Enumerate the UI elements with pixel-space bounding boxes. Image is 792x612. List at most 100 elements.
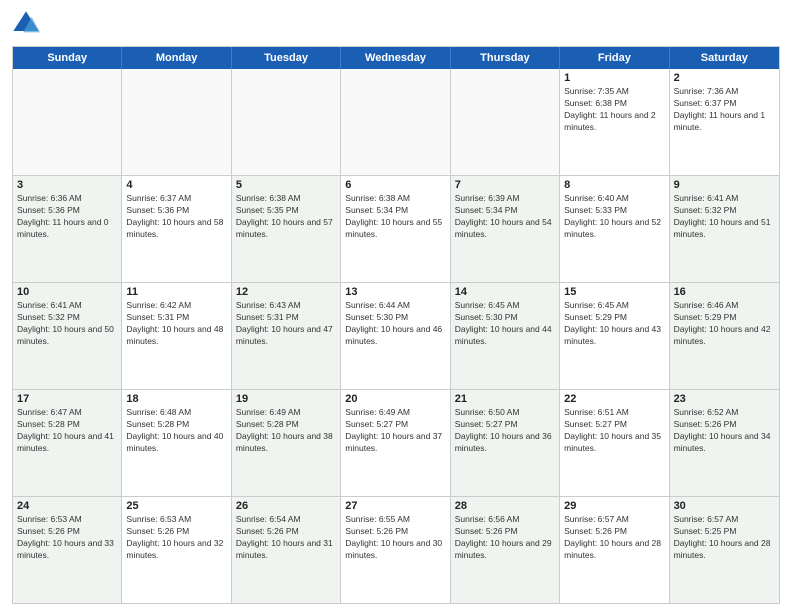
calendar-day-18: 18Sunrise: 6:48 AMSunset: 5:28 PMDayligh… — [122, 390, 231, 496]
calendar-week-2: 3 Sunrise: 6:36 AMSunset: 5:36 PMDaylight… — [13, 176, 779, 283]
page-header — [12, 10, 780, 38]
calendar-day-22: 22Sunrise: 6:51 AMSunset: 5:27 PMDayligh… — [560, 390, 669, 496]
calendar-day-2: 2 Sunrise: 7:36 AMSunset: 6:37 PMDaylight… — [670, 69, 779, 175]
calendar-day-29: 29Sunrise: 6:57 AMSunset: 5:26 PMDayligh… — [560, 497, 669, 603]
day-number: 11 — [126, 286, 226, 298]
day-info: Sunrise: 6:53 AMSunset: 5:26 PMDaylight:… — [17, 514, 117, 562]
calendar-week-4: 17Sunrise: 6:47 AMSunset: 5:28 PMDayligh… — [13, 390, 779, 497]
day-number: 5 — [236, 179, 336, 191]
calendar-day-30: 30Sunrise: 6:57 AMSunset: 5:25 PMDayligh… — [670, 497, 779, 603]
day-info: Sunrise: 6:57 AMSunset: 5:25 PMDaylight:… — [674, 514, 775, 562]
day-number: 4 — [126, 179, 226, 191]
calendar-day-12: 12 Sunrise: 6:43 AMSunset: 5:31 PMDayligh… — [232, 283, 341, 389]
calendar-day-27: 27 Sunrise: 6:55 AMSunset: 5:26 PMDayligh… — [341, 497, 450, 603]
day-number: 12 — [236, 286, 336, 298]
calendar-day-21: 21 Sunrise: 6:50 AMSunset: 5:27 PMDayligh… — [451, 390, 560, 496]
calendar-day-24: 24 Sunrise: 6:53 AMSunset: 5:26 PMDayligh… — [13, 497, 122, 603]
calendar-day-28: 28 Sunrise: 6:56 AMSunset: 5:26 PMDayligh… — [451, 497, 560, 603]
header-day-wednesday: Wednesday — [341, 47, 450, 69]
day-info: Sunrise: 6:45 AMSunset: 5:30 PMDaylight:… — [455, 300, 555, 348]
calendar-week-1: 1 Sunrise: 7:35 AMSunset: 6:38 PMDaylight… — [13, 69, 779, 176]
day-number: 8 — [564, 179, 664, 191]
day-number: 15 — [564, 286, 664, 298]
day-info: Sunrise: 6:37 AMSunset: 5:36 PMDaylight:… — [126, 193, 226, 241]
day-info: Sunrise: 6:40 AMSunset: 5:33 PMDaylight:… — [564, 193, 664, 241]
day-number: 14 — [455, 286, 555, 298]
header-day-tuesday: Tuesday — [232, 47, 341, 69]
day-info: Sunrise: 6:48 AMSunset: 5:28 PMDaylight:… — [126, 407, 226, 455]
logo-icon — [12, 10, 40, 38]
calendar-day-empty-3 — [341, 69, 450, 175]
day-info: Sunrise: 6:49 AMSunset: 5:27 PMDaylight:… — [345, 407, 445, 455]
day-info: Sunrise: 6:55 AMSunset: 5:26 PMDaylight:… — [345, 514, 445, 562]
day-number: 24 — [17, 500, 117, 512]
day-number: 6 — [345, 179, 445, 191]
day-info: Sunrise: 6:38 AMSunset: 5:34 PMDaylight:… — [345, 193, 445, 241]
day-info: Sunrise: 7:36 AMSunset: 6:37 PMDaylight:… — [674, 86, 775, 134]
header-day-monday: Monday — [122, 47, 231, 69]
day-number: 7 — [455, 179, 555, 191]
day-info: Sunrise: 6:46 AMSunset: 5:29 PMDaylight:… — [674, 300, 775, 348]
day-number: 26 — [236, 500, 336, 512]
calendar-day-17: 17Sunrise: 6:47 AMSunset: 5:28 PMDayligh… — [13, 390, 122, 496]
header-day-sunday: Sunday — [13, 47, 122, 69]
calendar-day-20: 20 Sunrise: 6:49 AMSunset: 5:27 PMDayligh… — [341, 390, 450, 496]
day-number: 3 — [17, 179, 117, 191]
calendar-day-14: 14 Sunrise: 6:45 AMSunset: 5:30 PMDayligh… — [451, 283, 560, 389]
calendar-day-7: 7 Sunrise: 6:39 AMSunset: 5:34 PMDaylight… — [451, 176, 560, 282]
day-number: 27 — [345, 500, 445, 512]
day-info: Sunrise: 6:42 AMSunset: 5:31 PMDaylight:… — [126, 300, 226, 348]
calendar-day-empty-4 — [451, 69, 560, 175]
day-number: 28 — [455, 500, 555, 512]
header-day-thursday: Thursday — [451, 47, 560, 69]
day-number: 9 — [674, 179, 775, 191]
calendar-day-8: 8 Sunrise: 6:40 AMSunset: 5:33 PMDaylight… — [560, 176, 669, 282]
calendar-day-5: 5 Sunrise: 6:38 AMSunset: 5:35 PMDaylight… — [232, 176, 341, 282]
day-number: 21 — [455, 393, 555, 405]
day-info: Sunrise: 6:47 AMSunset: 5:28 PMDaylight:… — [17, 407, 117, 455]
calendar-day-9: 9 Sunrise: 6:41 AMSunset: 5:32 PMDaylight… — [670, 176, 779, 282]
day-number: 1 — [564, 72, 664, 84]
calendar-day-25: 25Sunrise: 6:53 AMSunset: 5:26 PMDayligh… — [122, 497, 231, 603]
calendar-header: SundayMondayTuesdayWednesdayThursdayFrid… — [13, 47, 779, 69]
day-info: Sunrise: 6:41 AMSunset: 5:32 PMDaylight:… — [17, 300, 117, 348]
calendar-week-3: 10 Sunrise: 6:41 AMSunset: 5:32 PMDayligh… — [13, 283, 779, 390]
calendar: SundayMondayTuesdayWednesdayThursdayFrid… — [12, 46, 780, 604]
calendar-day-empty-1 — [122, 69, 231, 175]
day-number: 22 — [564, 393, 664, 405]
day-info: Sunrise: 6:43 AMSunset: 5:31 PMDaylight:… — [236, 300, 336, 348]
day-number: 2 — [674, 72, 775, 84]
calendar-body: 1 Sunrise: 7:35 AMSunset: 6:38 PMDaylight… — [13, 69, 779, 603]
calendar-day-1: 1 Sunrise: 7:35 AMSunset: 6:38 PMDaylight… — [560, 69, 669, 175]
calendar-week-5: 24 Sunrise: 6:53 AMSunset: 5:26 PMDayligh… — [13, 497, 779, 603]
logo — [12, 10, 46, 38]
day-info: Sunrise: 6:52 AMSunset: 5:26 PMDaylight:… — [674, 407, 775, 455]
calendar-day-10: 10 Sunrise: 6:41 AMSunset: 5:32 PMDayligh… — [13, 283, 122, 389]
day-number: 10 — [17, 286, 117, 298]
day-info: Sunrise: 6:50 AMSunset: 5:27 PMDaylight:… — [455, 407, 555, 455]
header-day-saturday: Saturday — [670, 47, 779, 69]
day-info: Sunrise: 7:35 AMSunset: 6:38 PMDaylight:… — [564, 86, 664, 134]
day-number: 19 — [236, 393, 336, 405]
day-info: Sunrise: 6:56 AMSunset: 5:26 PMDaylight:… — [455, 514, 555, 562]
header-day-friday: Friday — [560, 47, 669, 69]
day-info: Sunrise: 6:49 AMSunset: 5:28 PMDaylight:… — [236, 407, 336, 455]
day-info: Sunrise: 6:44 AMSunset: 5:30 PMDaylight:… — [345, 300, 445, 348]
day-info: Sunrise: 6:45 AMSunset: 5:29 PMDaylight:… — [564, 300, 664, 348]
day-info: Sunrise: 6:36 AMSunset: 5:36 PMDaylight:… — [17, 193, 117, 241]
day-number: 23 — [674, 393, 775, 405]
calendar-day-19: 19 Sunrise: 6:49 AMSunset: 5:28 PMDayligh… — [232, 390, 341, 496]
day-info: Sunrise: 6:38 AMSunset: 5:35 PMDaylight:… — [236, 193, 336, 241]
day-info: Sunrise: 6:53 AMSunset: 5:26 PMDaylight:… — [126, 514, 226, 562]
day-info: Sunrise: 6:41 AMSunset: 5:32 PMDaylight:… — [674, 193, 775, 241]
main-container: SundayMondayTuesdayWednesdayThursdayFrid… — [0, 0, 792, 612]
calendar-day-6: 6 Sunrise: 6:38 AMSunset: 5:34 PMDaylight… — [341, 176, 450, 282]
day-number: 20 — [345, 393, 445, 405]
calendar-day-4: 4 Sunrise: 6:37 AMSunset: 5:36 PMDaylight… — [122, 176, 231, 282]
day-number: 16 — [674, 286, 775, 298]
calendar-day-15: 15 Sunrise: 6:45 AMSunset: 5:29 PMDayligh… — [560, 283, 669, 389]
day-info: Sunrise: 6:39 AMSunset: 5:34 PMDaylight:… — [455, 193, 555, 241]
calendar-day-13: 13Sunrise: 6:44 AMSunset: 5:30 PMDayligh… — [341, 283, 450, 389]
calendar-day-23: 23 Sunrise: 6:52 AMSunset: 5:26 PMDayligh… — [670, 390, 779, 496]
day-number: 29 — [564, 500, 664, 512]
